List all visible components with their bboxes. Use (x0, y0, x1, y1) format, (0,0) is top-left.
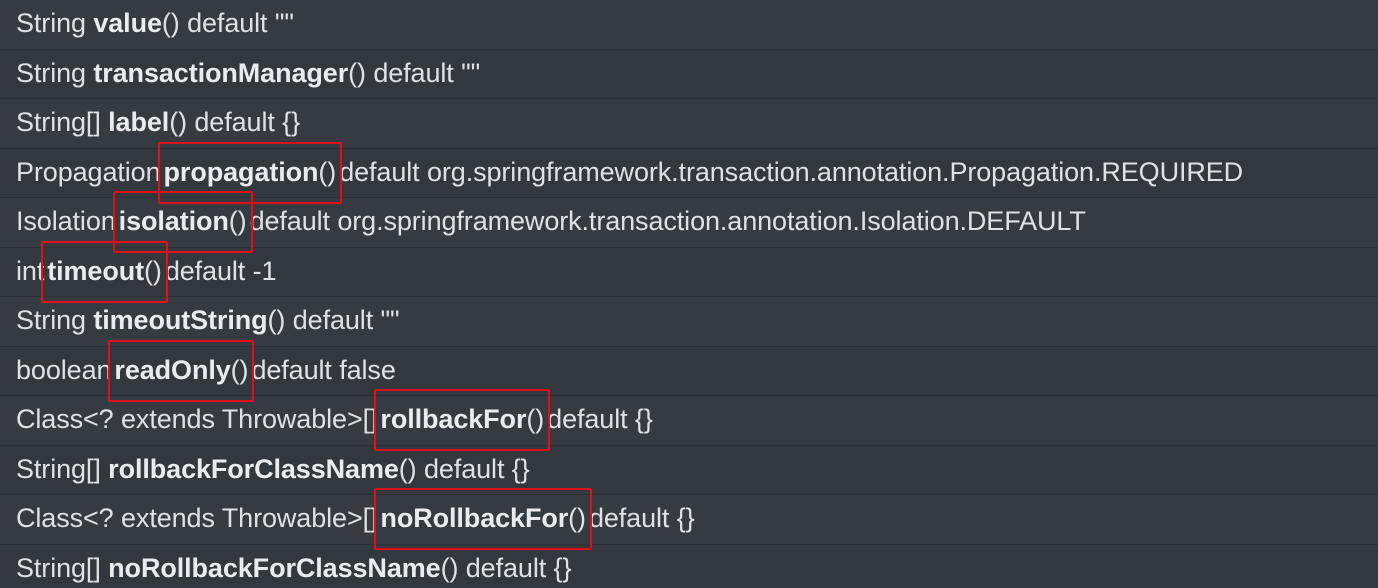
default-value: default {} (194, 107, 300, 137)
parens: () (228, 206, 247, 236)
return-type: String[] (16, 107, 101, 137)
attribute-row-noRollbackForClassName[interactable]: String[] noRollbackForClassName() defaul… (0, 544, 1378, 588)
parens: () (230, 354, 249, 385)
default-value: default "" (292, 305, 400, 335)
method-name: noRollbackForClassName (108, 552, 441, 583)
default-value: default "" (373, 57, 481, 88)
method-name: timeout (47, 255, 145, 286)
return-type: Class<? extends Throwable>[] (16, 503, 378, 533)
default-value: default {} (465, 552, 572, 583)
return-type: String[] (16, 552, 101, 583)
default-value: default "" (187, 8, 294, 38)
parens: () (318, 156, 337, 187)
method-name: propagation (163, 156, 319, 187)
method-name: rollbackForClassName (108, 453, 399, 484)
default-value: default -1 (164, 255, 277, 286)
method-name: isolation (118, 206, 229, 236)
return-type: String[] (16, 453, 101, 484)
attribute-row-readOnly[interactable]: boolean readOnly() default false (0, 339, 1378, 402)
method-name: transactionManager (93, 57, 349, 88)
attribute-row-noRollbackFor[interactable]: Class<? extends Throwable>[] noRollbackFo… (0, 488, 1378, 550)
attribute-row-isolation[interactable]: Isolation isolation() default org.springfr… (0, 191, 1378, 253)
default-value: default org.springframework.transaction.… (249, 206, 1086, 236)
return-type: Propagation (16, 156, 161, 187)
highlight-box: timeout() (41, 240, 168, 303)
parens: () (144, 255, 162, 286)
return-type: String (16, 305, 86, 335)
return-type: String (16, 57, 86, 88)
highlight-box: readOnly() (108, 339, 255, 402)
parens: () (169, 107, 187, 137)
method-name: readOnly (114, 354, 231, 385)
parens: () (398, 453, 417, 484)
return-type: String (16, 8, 86, 38)
attribute-row-value[interactable]: String value() default "" (0, 0, 1378, 50)
attribute-row-rollbackForClassName[interactable]: String[] rollbackForClassName() default … (0, 445, 1378, 495)
default-value: default false (251, 354, 396, 385)
method-name: value (93, 8, 162, 38)
attribute-row-label[interactable]: String[] label() default {} (0, 99, 1378, 149)
parens: () (526, 404, 545, 434)
default-value: default {} (547, 404, 653, 434)
attribute-row-timeout[interactable]: int timeout() default -1 (0, 240, 1378, 303)
default-value: default org.springframework.transaction.… (339, 156, 1244, 187)
method-name: noRollbackFor (380, 503, 569, 533)
default-value: default {} (423, 453, 530, 484)
highlight-box: propagation() (157, 141, 342, 204)
attribute-row-rollbackFor[interactable]: Class<? extends Throwable>[] rollbackFor(… (0, 389, 1378, 451)
method-name: label (108, 107, 170, 137)
highlight-box: rollbackFor() (374, 389, 550, 451)
highlight-box: isolation() (112, 191, 253, 253)
return-type: Isolation (16, 206, 116, 236)
parens: () (267, 305, 286, 335)
highlight-box: noRollbackFor() (374, 488, 592, 550)
return-type: boolean (16, 354, 112, 385)
parens: () (568, 503, 586, 533)
attribute-row-transactionManager[interactable]: String transactionManager() default "" (0, 49, 1378, 99)
attribute-row-timeoutString[interactable]: String timeoutString() default "" (0, 297, 1378, 347)
attribute-row-propagation[interactable]: Propagation propagation() default org.spri… (0, 141, 1378, 204)
return-type: int (16, 255, 45, 286)
parens: () (440, 552, 459, 583)
parens: () (161, 8, 180, 38)
default-value: default {} (588, 503, 695, 533)
parens: () (348, 57, 366, 88)
return-type: Class<? extends Throwable>[] (16, 404, 378, 434)
annotation-attribute-list: String value() default "" String transac… (0, 0, 1378, 588)
method-name: timeoutString (93, 305, 268, 335)
method-name: rollbackFor (380, 404, 527, 434)
